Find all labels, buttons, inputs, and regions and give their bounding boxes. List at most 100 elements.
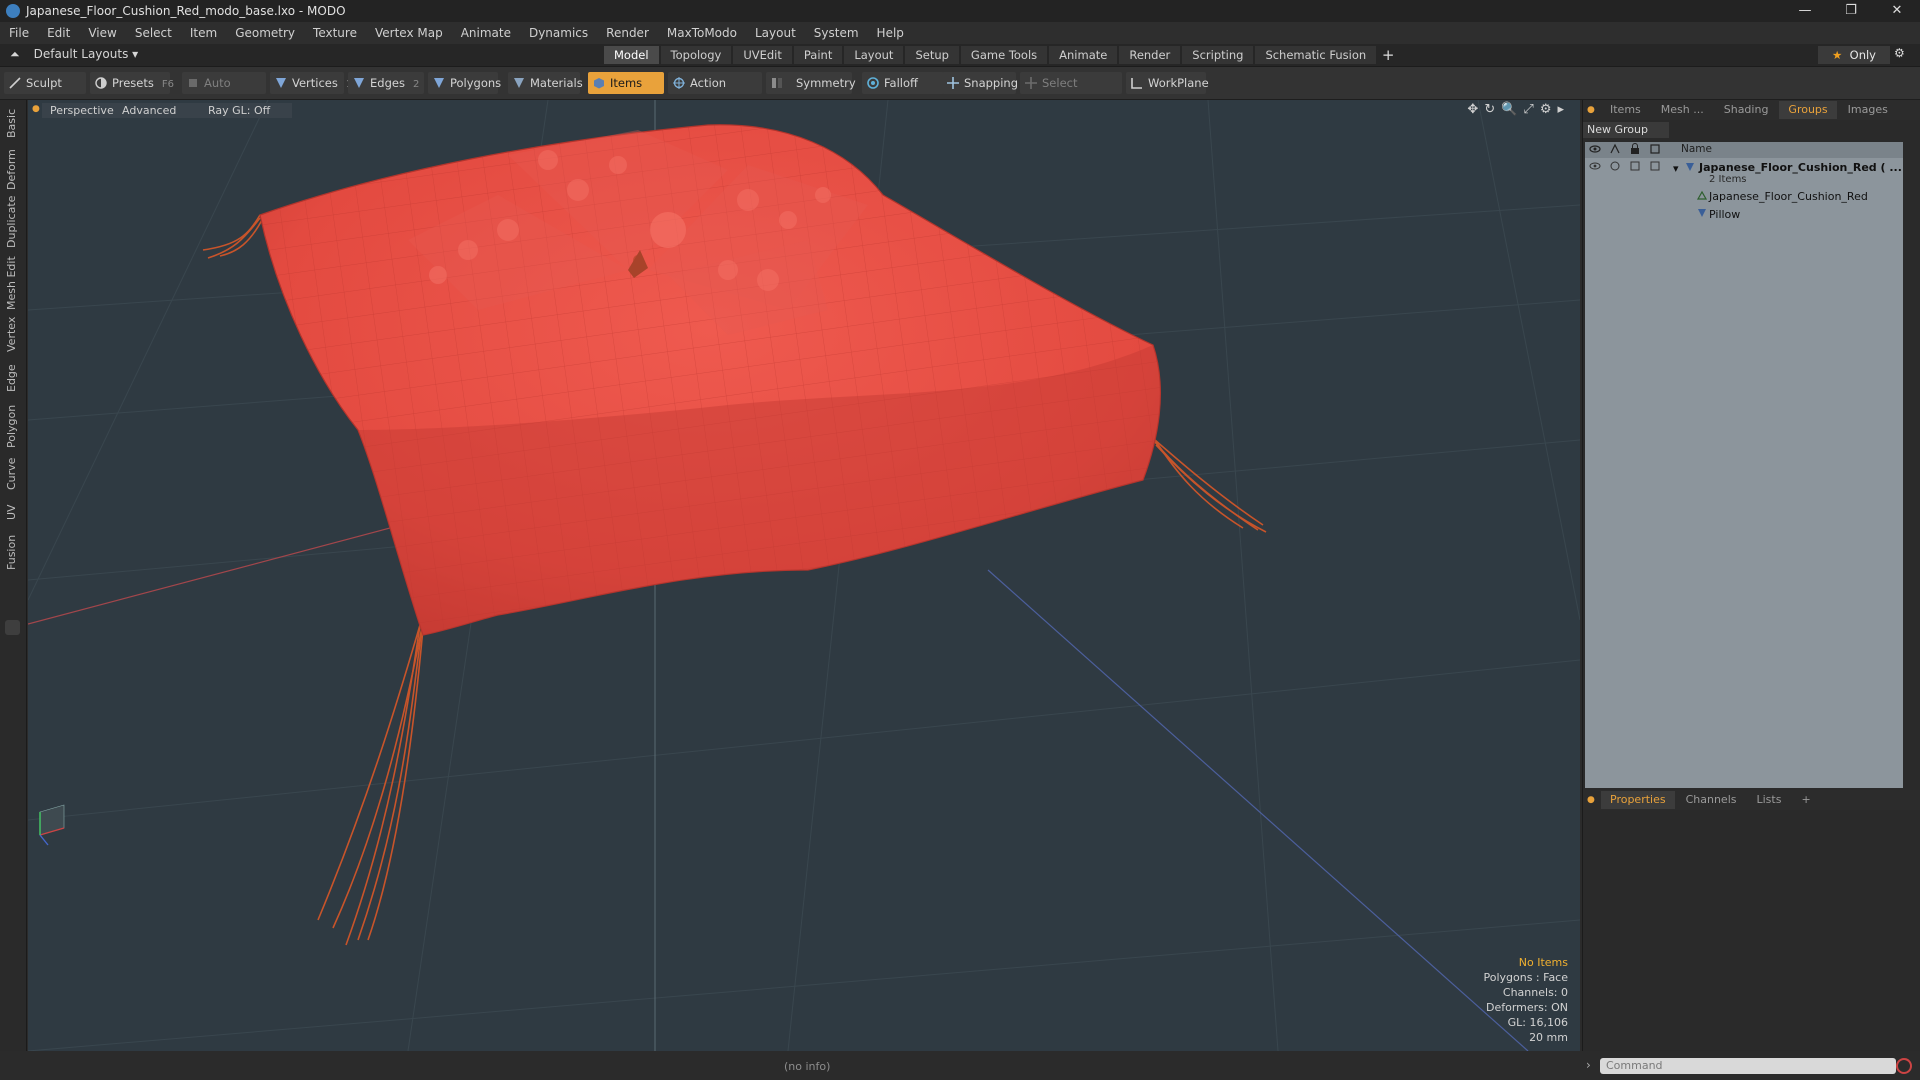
tab-shading[interactable]: Shading xyxy=(1715,101,1778,119)
auto-select-button[interactable]: Auto Select xyxy=(182,72,266,112)
menu-vertex-map[interactable]: Vertex Map xyxy=(366,26,452,40)
new-group-button[interactable]: New Group xyxy=(1583,122,1669,138)
tab-schematic-fusion[interactable]: Schematic Fusion xyxy=(1255,46,1377,64)
lock-toggle[interactable] xyxy=(1629,160,1647,178)
viewport-settings-icon[interactable]: ⚙ xyxy=(1540,102,1552,117)
menu-texture[interactable]: Texture xyxy=(304,26,366,40)
tab-properties[interactable]: Properties xyxy=(1601,791,1675,809)
expand-arrow-icon[interactable]: ▾ xyxy=(1673,162,1679,175)
left-tab-uv[interactable]: UV xyxy=(5,504,18,520)
add-tab-button[interactable]: + xyxy=(1378,46,1398,64)
menu-render[interactable]: Render xyxy=(597,26,658,40)
menu-select[interactable]: Select xyxy=(126,26,181,40)
tab-render[interactable]: Render xyxy=(1119,46,1181,64)
menu-file[interactable]: File xyxy=(0,26,38,40)
render-toggle-icon[interactable] xyxy=(1609,160,1627,178)
menu-edit[interactable]: Edit xyxy=(38,26,79,40)
select-toggle[interactable] xyxy=(1649,160,1667,178)
viewport-canvas[interactable] xyxy=(28,100,1580,1051)
layout-selector[interactable]: ⏶ Default Layouts ▾ xyxy=(10,47,138,62)
advanced-button[interactable]: Advanced xyxy=(114,103,204,118)
menu-dynamics[interactable]: Dynamics xyxy=(520,26,597,40)
tab-model[interactable]: Model xyxy=(604,46,659,64)
stop-icon[interactable] xyxy=(1896,1058,1912,1074)
viewport-more-icon[interactable]: ▸ xyxy=(1557,102,1564,117)
tab-topology[interactable]: Topology xyxy=(660,46,732,64)
left-tab-curve[interactable]: Curve xyxy=(5,458,18,490)
menu-animate[interactable]: Animate xyxy=(452,26,520,40)
groups-list[interactable]: Name ▾ Japanese_Floor_Cushion_Red ( ... … xyxy=(1585,142,1903,788)
name-column-header[interactable]: Name xyxy=(1681,143,1712,155)
menu-view[interactable]: View xyxy=(79,26,125,40)
add-panel-tab-button[interactable]: + xyxy=(1792,791,1819,809)
perspective-button[interactable]: Perspective xyxy=(42,103,124,118)
tab-paint[interactable]: Paint xyxy=(793,46,843,64)
left-tab-fusion[interactable]: Fusion xyxy=(5,535,18,570)
gear-icon[interactable]: ⚙ xyxy=(1894,46,1905,60)
left-tab-edge[interactable]: Edge xyxy=(5,364,18,392)
left-tab-mesh-edit[interactable]: Mesh Edit xyxy=(5,256,18,310)
tab-layout[interactable]: Layout xyxy=(844,46,904,64)
left-panel-toggle[interactable] xyxy=(5,620,20,635)
eye-icon[interactable] xyxy=(1589,160,1607,178)
materials-button[interactable]: Materials xyxy=(508,72,583,94)
viewport-menu-dot[interactable]: ● xyxy=(32,104,40,114)
group-root-row[interactable]: ▾ Japanese_Floor_Cushion_Red ( ... 2 Ite… xyxy=(1585,160,1903,186)
only-toggle[interactable]: ★ Only xyxy=(1818,46,1890,64)
restore-button[interactable]: ❐ xyxy=(1828,0,1874,22)
pan-icon[interactable]: ✥ xyxy=(1467,102,1478,117)
visibility-column-icon[interactable] xyxy=(1589,143,1603,157)
menu-geometry[interactable]: Geometry xyxy=(226,26,304,40)
items-button[interactable]: Items xyxy=(588,72,664,94)
close-button[interactable]: ✕ xyxy=(1874,0,1920,22)
command-input[interactable]: Command xyxy=(1600,1058,1896,1074)
workplane-button[interactable]: WorkPlane xyxy=(1126,72,1209,94)
group-child-row[interactable]: Japanese_Floor_Cushion_Red xyxy=(1585,190,1903,206)
tab-mesh[interactable]: Mesh ... xyxy=(1652,101,1713,119)
maximize-icon[interactable]: ⤢ xyxy=(1523,102,1533,117)
snapping-button[interactable]: Snapping xyxy=(942,72,1018,94)
vertices-button[interactable]: Vertices1 xyxy=(270,72,352,94)
tab-uvedit[interactable]: UVEdit xyxy=(733,46,792,64)
raygl-button[interactable]: Ray GL: Off xyxy=(200,103,292,118)
presets-button[interactable]: Presets F6 xyxy=(90,72,174,94)
falloff-button[interactable]: Falloff xyxy=(862,72,944,94)
sculpt-button[interactable]: Sculpt xyxy=(4,72,86,94)
menu-layout[interactable]: Layout xyxy=(746,26,805,40)
properties-menu-dot[interactable]: ● xyxy=(1583,795,1601,805)
tab-scripting[interactable]: Scripting xyxy=(1182,46,1254,64)
left-tab-vertex[interactable]: Vertex xyxy=(5,317,18,352)
left-tab-duplicate[interactable]: Duplicate xyxy=(5,196,18,248)
symmetry-button[interactable]: Symmetry xyxy=(766,72,856,94)
lock-column-icon[interactable] xyxy=(1629,143,1643,157)
panel-menu-dot[interactable]: ● xyxy=(1583,105,1601,115)
tab-setup[interactable]: Setup xyxy=(905,46,959,64)
menu-bar: File Edit View Select Item Geometry Text… xyxy=(0,22,1920,44)
group-child-row[interactable]: Pillow xyxy=(1585,208,1903,224)
left-tab-basic[interactable]: Basic xyxy=(5,109,18,138)
tab-game-tools[interactable]: Game Tools xyxy=(960,46,1048,64)
rotate-icon[interactable]: ↻ xyxy=(1484,102,1495,117)
menu-item[interactable]: Item xyxy=(181,26,226,40)
tab-channels[interactable]: Channels xyxy=(1677,791,1746,809)
render-column-icon[interactable] xyxy=(1609,143,1623,157)
menu-maxtomodo[interactable]: MaxToModo xyxy=(658,26,746,40)
minimize-button[interactable]: — xyxy=(1782,0,1828,22)
action-center-button[interactable]: Action Center xyxy=(668,72,762,112)
left-tab-deform[interactable]: Deform xyxy=(5,149,18,190)
zoom-icon[interactable]: 🔍 xyxy=(1501,102,1517,117)
tab-items[interactable]: Items xyxy=(1601,101,1650,119)
polygons-button[interactable]: Polygons xyxy=(428,72,501,94)
tab-images[interactable]: Images xyxy=(1839,101,1897,119)
collapse-icon[interactable]: ⏶ xyxy=(10,47,20,61)
menu-help[interactable]: Help xyxy=(868,26,913,40)
select-column-icon[interactable] xyxy=(1649,143,1663,157)
3d-viewport[interactable]: ● Perspective Advanced Ray GL: Off ✥ ↻ 🔍… xyxy=(28,100,1580,1051)
edges-button[interactable]: Edges 2 xyxy=(348,72,424,94)
left-tab-polygon[interactable]: Polygon xyxy=(5,405,18,448)
tab-lists[interactable]: Lists xyxy=(1748,791,1791,809)
tab-groups[interactable]: Groups xyxy=(1779,101,1837,119)
tab-animate[interactable]: Animate xyxy=(1049,46,1118,64)
select-through-button[interactable]: Select Through xyxy=(1020,72,1122,112)
menu-system[interactable]: System xyxy=(805,26,868,40)
